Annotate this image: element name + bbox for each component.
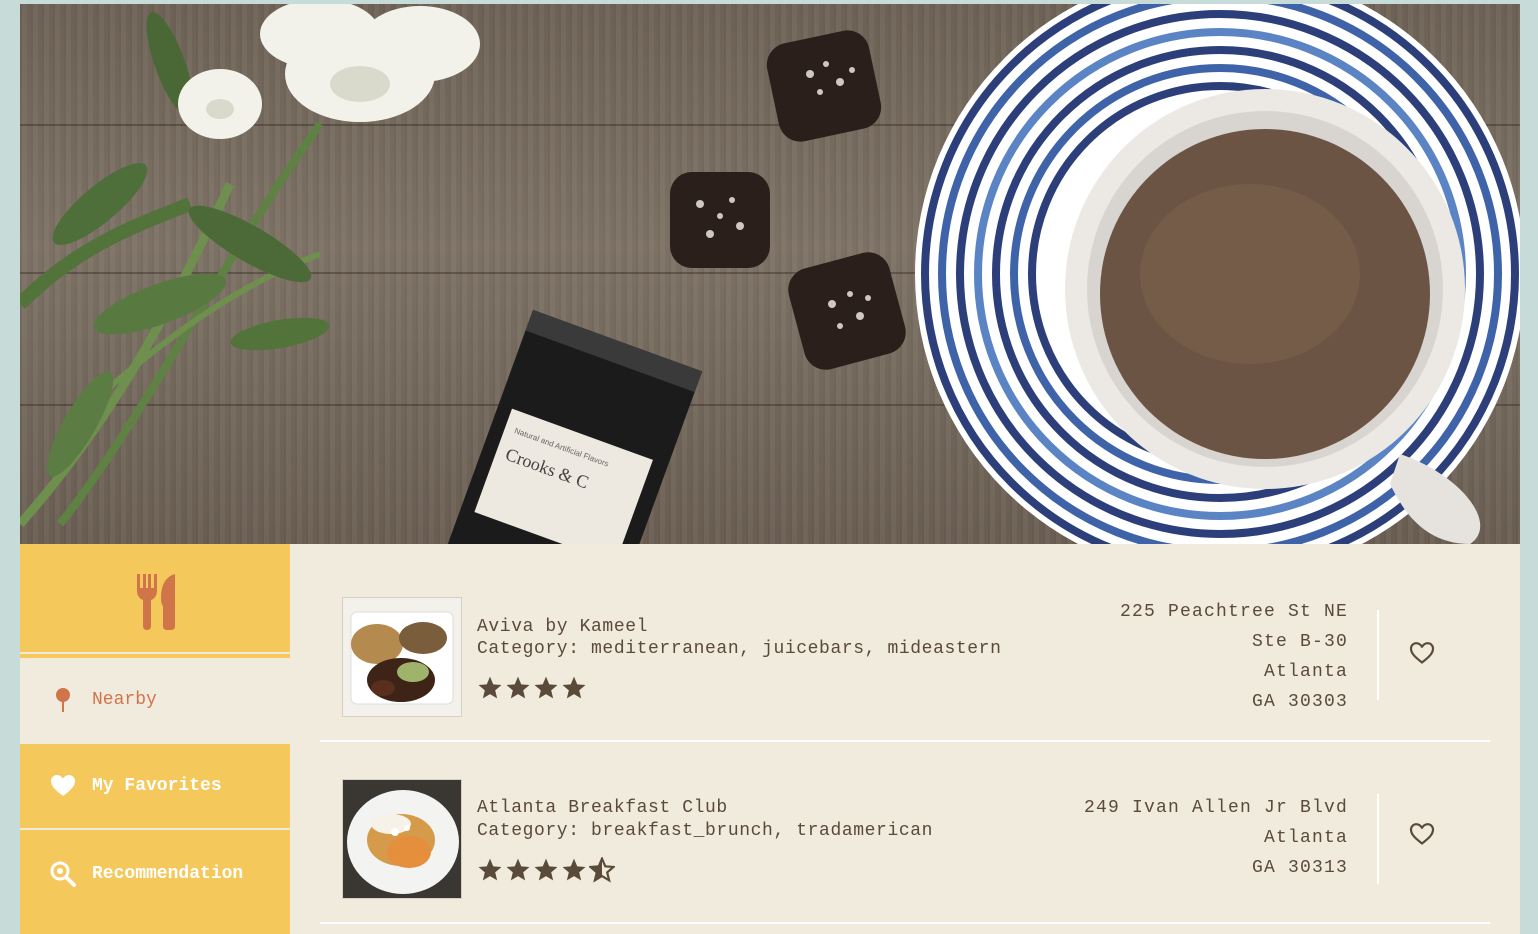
address-line: Atlanta [1263,662,1348,682]
star-full-icon [533,675,559,706]
star-full-icon [477,857,503,888]
star-full-icon [505,857,531,888]
sidebar-item-label: Nearby [92,690,157,710]
sidebar: Nearby My Favorites Recommendation [20,544,290,934]
restaurant-address: 249 Ivan Allen Jr Blvd Atlanta GA 30313 [1084,793,1348,883]
rating-stars [477,855,617,888]
flower-bouquet [20,4,480,527]
sidebar-logo [20,544,290,652]
restaurant-address: 225 Peachtree St NE Ste B-30 Atlanta GA … [1120,597,1348,717]
hero-image: Crooks & C Natural and Artificial Flavor… [20,4,1520,544]
address-line: Ste B-30 [1251,632,1348,652]
star-full-icon [561,857,587,888]
list-item[interactable]: Aviva by Kameel Category: mediterranean,… [320,544,1490,742]
sidebar-item-favorites[interactable]: My Favorites [20,744,290,828]
restaurant-photo[interactable] [342,597,462,717]
sidebar-item-label: Recommendation [92,864,244,884]
coffee-cup [915,4,1520,544]
address-line: Atlanta [1263,828,1348,848]
address-line: 249 Ivan Allen Jr Blvd [1083,798,1348,818]
rating-stars [477,675,589,706]
restaurant-name[interactable]: Aviva by Kameel [477,617,648,637]
search-icon [50,861,76,887]
address-line: GA 30313 [1251,858,1348,878]
page: Crooks & C Natural and Artificial Flavor… [20,4,1520,934]
star-full-icon [477,675,503,706]
restaurant-category: Category: breakfast_brunch, tradamerican [477,821,934,841]
star-full-icon [505,675,531,706]
address-line: GA 30303 [1251,692,1348,712]
restaurant-photo[interactable] [342,779,462,899]
restaurant-name[interactable]: Atlanta Breakfast Club [477,798,728,818]
star-full-icon [561,675,587,706]
results-list: Aviva by Kameel Category: mediterranean,… [320,544,1490,934]
divider [1377,610,1379,700]
divider [1377,794,1379,884]
heart-icon [50,773,76,799]
heart-outline-icon [1409,642,1435,664]
list-item[interactable]: Atlanta Breakfast Club Category: breakfa… [320,742,1490,924]
sidebar-item-label: My Favorites [92,776,222,796]
map-pin-icon [50,687,76,713]
favorite-button[interactable] [1409,641,1439,671]
address-line: 225 Peachtree St NE [1119,602,1348,622]
coffee-packet: Crooks & C Natural and Artificial Flavor… [444,309,703,544]
favorite-button[interactable] [1409,822,1439,852]
sidebar-item-recommendation[interactable]: Recommendation [20,832,290,916]
chocolates [670,30,906,370]
heart-outline-icon [1409,823,1435,845]
row-divider [320,922,1490,924]
star-full-icon [533,857,559,888]
fork-knife-icon [137,574,175,630]
restaurant-category: Category: mediterranean, juicebars, mide… [477,639,1002,659]
sidebar-item-nearby[interactable]: Nearby [20,658,290,742]
hero-illustration: Crooks & C Natural and Artificial Flavor… [20,4,1520,544]
star-half-icon [587,855,617,888]
